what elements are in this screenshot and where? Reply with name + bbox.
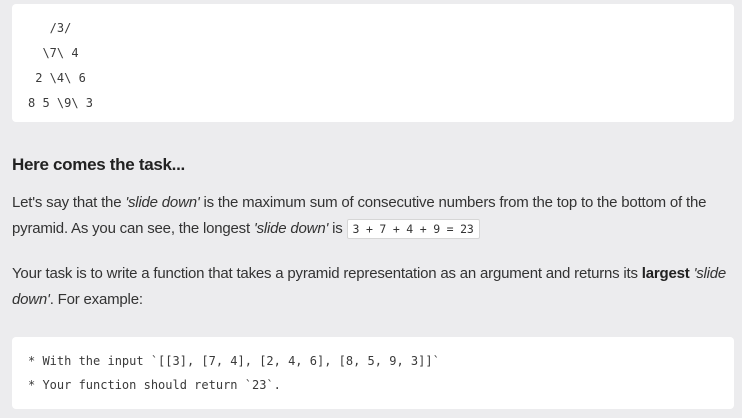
pyramid-code-block: /3/ \7\ 4 2 \4\ 6 8 5 \9\ 3 [12,4,734,122]
task-instruction-paragraph: Your task is to write a function that ta… [12,261,736,313]
largest-emphasis: largest [641,265,690,282]
p1-text-a: Let's say that the [12,194,126,211]
pyramid-line: \7\ 4 [28,46,79,60]
p2-text-a: Your task is to write a function that ta… [12,265,642,282]
example-line: * Your function should return `23`. [28,378,281,392]
sum-inline-code: 3 + 7 + 4 + 9 = 23 [346,219,480,239]
slide-down-term: 'slide down' [253,220,329,237]
task-heading: Here comes the task... [12,155,185,174]
pyramid-line: 8 5 \9\ 3 [28,96,94,110]
pyramid-line: /3/ [28,21,72,35]
slide-down-term: 'slide down' [125,194,200,211]
example-code-block: * With the input `[[3], [7, 4], [2, 4, 6… [12,337,734,409]
p1-text-c: is [328,220,347,237]
example-line: * With the input `[[3], [7, 4], [2, 4, 6… [28,354,440,368]
pyramid-line: 2 \4\ 6 [28,71,86,85]
task-description-paragraph: Let's say that the 'slide down' is the m… [12,190,736,242]
p2-text-b: . For example: [49,291,143,308]
